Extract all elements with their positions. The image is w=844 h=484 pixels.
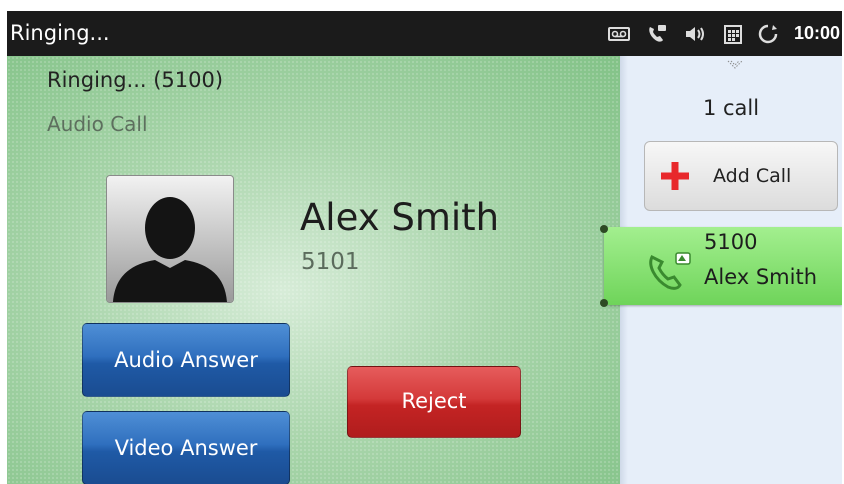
incoming-call-area: Ringing... (5100) Audio Call Alex Smith … [7, 56, 620, 484]
status-bar-title: Ringing... [10, 21, 110, 45]
call-type: Audio Call [47, 112, 148, 136]
phone-screen: Ringing... 10:00 Ringing... (5100) Audio… [7, 11, 842, 484]
status-bar: Ringing... 10:00 [7, 11, 842, 56]
active-call-number: 5100 [704, 230, 758, 254]
status-icons: 10:00 [607, 11, 840, 56]
video-answer-button[interactable]: Video Answer [82, 411, 290, 484]
contact-silhouette-icon [113, 197, 227, 302]
phone-handset-icon [646, 24, 668, 44]
volume-icon [684, 24, 708, 44]
active-call-item[interactable]: 5100 Alex Smith [600, 225, 842, 307]
active-call-name: Alex Smith [704, 265, 818, 289]
call-status: Ringing... (5100) [47, 68, 224, 92]
calendar-icon [723, 24, 742, 44]
connector-dot [600, 225, 608, 233]
avatar [107, 176, 233, 302]
sync-icon [758, 24, 778, 44]
reject-button[interactable]: Reject [347, 366, 521, 438]
drag-handle-icon[interactable] [727, 60, 743, 72]
phone-ringing-icon [649, 252, 691, 290]
audio-answer-button[interactable]: Audio Answer [82, 323, 290, 397]
voicemail-icon [607, 25, 630, 43]
add-call-button[interactable]: Add Call [644, 141, 838, 211]
plus-icon [661, 162, 689, 190]
contact-number: 5101 [301, 249, 360, 275]
status-time: 10:00 [793, 23, 840, 43]
call-count: 1 call [702, 96, 760, 120]
connector-dot [600, 299, 608, 307]
add-call-label: Add Call [713, 165, 792, 187]
contact-name: Alex Smith [300, 196, 500, 239]
